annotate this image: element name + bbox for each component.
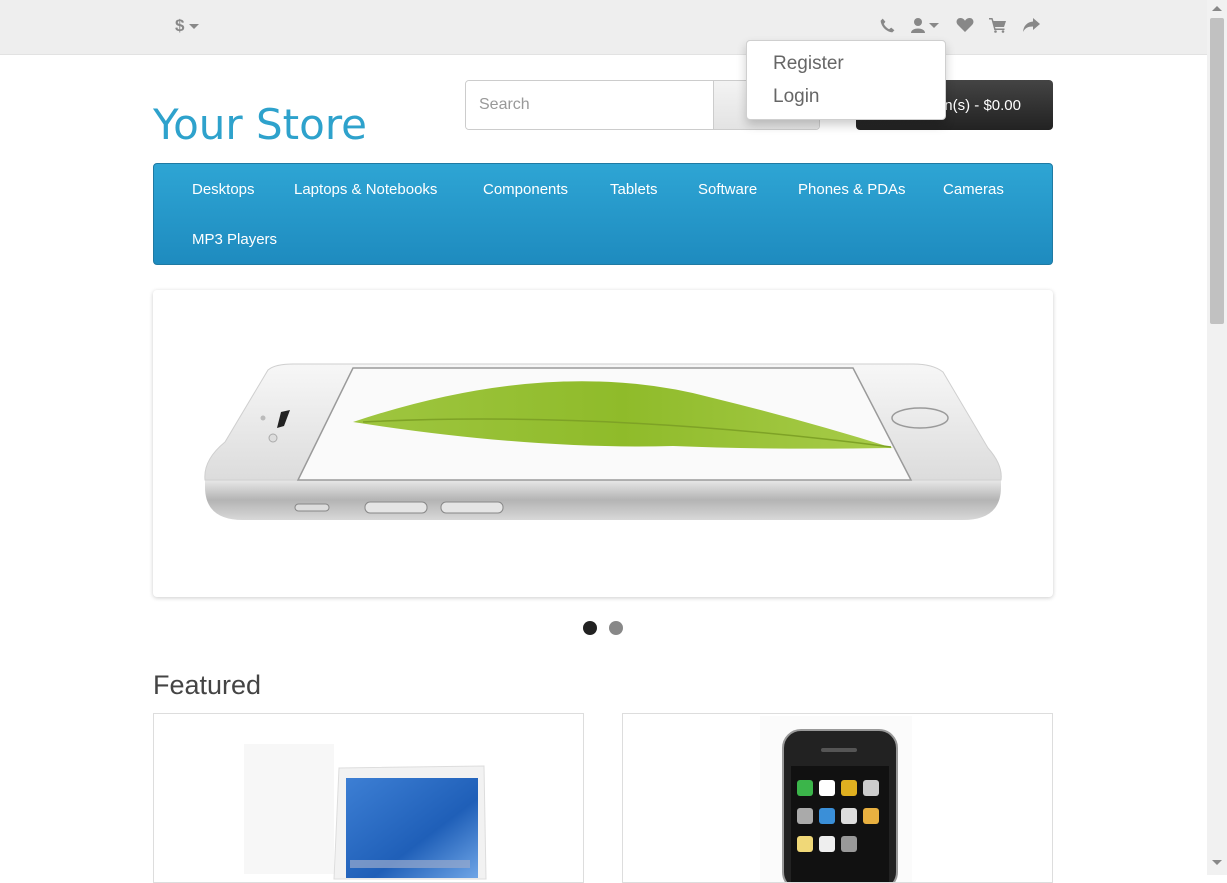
account-dropdown-menu: Register Login: [746, 40, 946, 120]
menu-item-desktops[interactable]: Desktops: [192, 181, 255, 198]
share-icon[interactable]: [1022, 14, 1041, 36]
top-bar: $: [0, 0, 1207, 55]
menu-item-tablets[interactable]: Tablets: [610, 181, 658, 198]
user-dropdown[interactable]: [910, 14, 939, 36]
macbook-product-image[interactable]: [154, 714, 584, 883]
slideshow[interactable]: [153, 290, 1053, 597]
slideshow-pagination: [583, 621, 623, 635]
menu-item-components[interactable]: Components: [483, 181, 568, 198]
product-card-iphone[interactable]: [622, 713, 1053, 883]
scroll-down-icon[interactable]: [1212, 860, 1222, 865]
heart-icon[interactable]: [956, 14, 974, 36]
cart-label: n(s) - $0.00: [944, 96, 1021, 114]
scroll-up-icon[interactable]: [1212, 6, 1222, 11]
featured-heading: Featured: [153, 670, 262, 700]
chevron-down-icon: [189, 23, 200, 29]
main-menu: Desktops Laptops & Notebooks Components …: [153, 163, 1053, 265]
slide-dot-1[interactable]: [583, 621, 597, 635]
phone-icon[interactable]: [879, 14, 896, 36]
user-icon: [911, 17, 925, 33]
login-link[interactable]: Login: [773, 86, 820, 108]
shopping-cart-icon[interactable]: [989, 14, 1007, 36]
menu-item-mp3-players[interactable]: MP3 Players: [192, 231, 277, 248]
store-logo[interactable]: Your Store: [153, 100, 367, 149]
scrollbar-thumb[interactable]: [1210, 18, 1224, 324]
menu-item-laptops-notebooks[interactable]: Laptops & Notebooks: [294, 181, 437, 198]
menu-item-software[interactable]: Software: [698, 181, 757, 198]
search-input[interactable]: [466, 81, 712, 129]
product-card-macbook[interactable]: [153, 713, 584, 883]
slide-dot-2[interactable]: [609, 621, 623, 635]
chevron-down-icon: [929, 22, 939, 28]
currency-dropdown[interactable]: $: [175, 15, 200, 37]
iphone-product-image[interactable]: [623, 714, 1053, 883]
menu-item-cameras[interactable]: Cameras: [943, 181, 1004, 198]
register-link[interactable]: Register: [773, 53, 844, 75]
menu-item-phones-pdas[interactable]: Phones & PDAs: [798, 181, 906, 198]
page-scrollbar[interactable]: [1207, 0, 1227, 875]
currency-symbol: $: [175, 16, 185, 35]
iphone-banner-image: [204, 363, 1002, 520]
